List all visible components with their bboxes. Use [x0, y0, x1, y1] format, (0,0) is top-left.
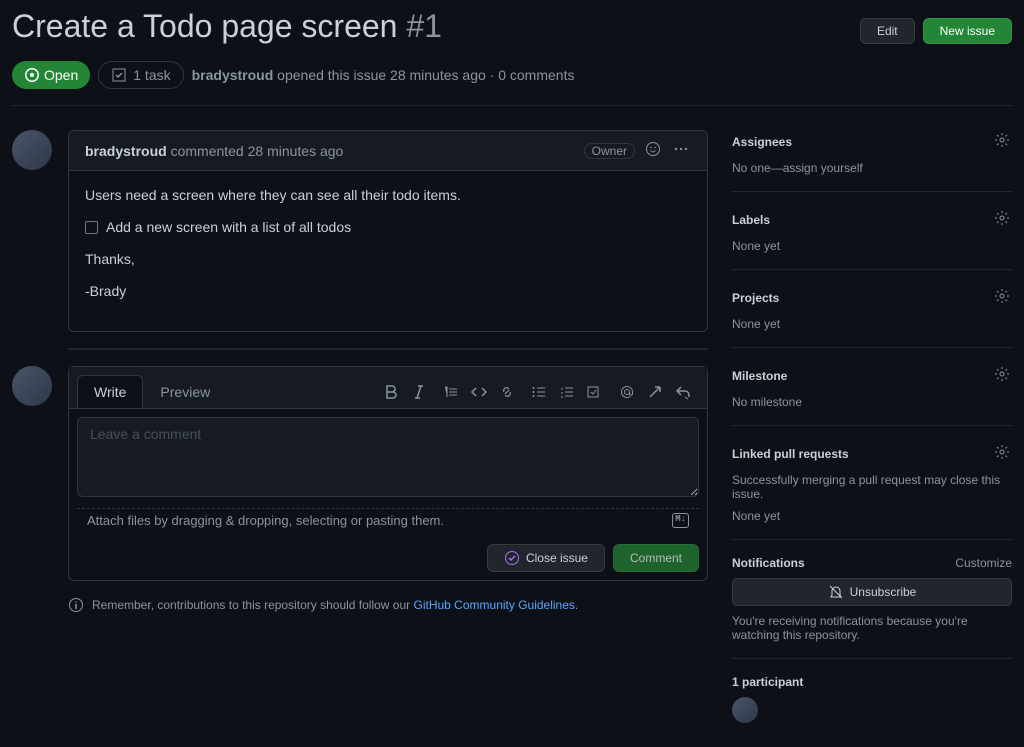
gear-icon[interactable]: [992, 286, 1012, 309]
task-checkbox[interactable]: [85, 221, 98, 234]
kebab-button[interactable]: [671, 139, 691, 162]
assign-yourself-link[interactable]: assign yourself: [783, 161, 863, 175]
linked-pr-desc: Successfully merging a pull request may …: [732, 473, 1012, 501]
comment-body-intro: Users need a screen where they can see a…: [85, 187, 691, 203]
gear-icon[interactable]: [992, 442, 1012, 465]
comment-textarea[interactable]: [77, 417, 699, 497]
timeline-divider: [68, 348, 708, 350]
issue-meta: Open 1 task bradystroud opened this issu…: [12, 61, 1012, 106]
bold-icon[interactable]: [383, 384, 399, 400]
task-badge[interactable]: 1 task: [98, 61, 183, 89]
checklist-icon: [111, 67, 127, 83]
ol-icon[interactable]: [559, 384, 575, 400]
tasklist-icon[interactable]: [587, 384, 603, 400]
issue-open-icon: [24, 67, 40, 83]
issue-title: Create a Todo page screen #1: [12, 8, 442, 45]
markdown-icon[interactable]: M↓: [672, 513, 689, 528]
participants-title: 1 participant: [732, 675, 803, 689]
close-issue-button[interactable]: Close issue: [487, 544, 605, 572]
toolbar: [355, 384, 699, 400]
linked-pr-title[interactable]: Linked pull requests: [732, 447, 849, 461]
labels-title[interactable]: Labels: [732, 213, 770, 227]
avatar[interactable]: [12, 130, 52, 170]
comment-thanks: Thanks,: [85, 251, 691, 267]
gear-icon[interactable]: [992, 364, 1012, 387]
participant-avatar[interactable]: [732, 697, 758, 723]
reply-icon[interactable]: [675, 384, 691, 400]
info-icon: [68, 597, 84, 613]
notifications-desc: You're receiving notifications because y…: [732, 614, 1012, 642]
new-issue-button[interactable]: New issue: [923, 18, 1012, 44]
link-icon[interactable]: [499, 384, 515, 400]
gear-icon[interactable]: [992, 130, 1012, 153]
mention-icon[interactable]: [619, 384, 635, 400]
crossref-icon[interactable]: [647, 384, 663, 400]
guidelines-link[interactable]: GitHub Community Guidelines: [414, 598, 575, 612]
issue-meta-text: bradystroud opened this issue 28 minutes…: [192, 67, 575, 83]
edit-button[interactable]: Edit: [860, 18, 915, 44]
issue-closed-icon: [504, 550, 520, 566]
quote-icon[interactable]: [443, 384, 459, 400]
labels-value: None yet: [732, 239, 1012, 253]
bell-slash-icon: [828, 584, 844, 600]
state-badge: Open: [12, 61, 90, 89]
avatar[interactable]: [12, 366, 52, 406]
issue-number: #1: [406, 8, 442, 44]
issue-header: Create a Todo page screen #1 Edit New is…: [12, 8, 1012, 53]
heading-icon[interactable]: [355, 384, 371, 400]
projects-value: None yet: [732, 317, 1012, 331]
notifications-title: Notifications: [732, 556, 805, 570]
italic-icon[interactable]: [411, 384, 427, 400]
comment-author[interactable]: bradystroud: [85, 143, 167, 159]
tab-write[interactable]: Write: [77, 375, 143, 408]
gear-icon[interactable]: [992, 208, 1012, 231]
milestone-title[interactable]: Milestone: [732, 369, 787, 383]
comment-sign: -Brady: [85, 283, 691, 299]
task-item[interactable]: Add a new screen with a list of all todo…: [85, 219, 691, 235]
linked-pr-value: None yet: [732, 509, 1012, 523]
milestone-value: No milestone: [732, 395, 1012, 409]
ul-icon[interactable]: [531, 384, 547, 400]
code-icon[interactable]: [471, 384, 487, 400]
owner-badge: Owner: [584, 143, 635, 159]
unsubscribe-button[interactable]: Unsubscribe: [732, 578, 1012, 606]
author-link[interactable]: bradystroud: [192, 67, 274, 83]
new-comment-box: Write Preview: [68, 366, 708, 581]
assignees-title[interactable]: Assignees: [732, 135, 792, 149]
guidelines-note: Remember, contributions to this reposito…: [68, 597, 708, 613]
customize-link[interactable]: Customize: [955, 556, 1012, 570]
attach-hint[interactable]: Attach files by dragging & dropping, sel…: [87, 513, 444, 528]
tab-preview[interactable]: Preview: [143, 375, 227, 408]
emoji-button[interactable]: [643, 139, 663, 162]
comment-time: commented 28 minutes ago: [167, 143, 344, 159]
comment: bradystroud commented 28 minutes ago Own…: [68, 130, 708, 332]
projects-title[interactable]: Projects: [732, 291, 779, 305]
comment-button[interactable]: Comment: [613, 544, 699, 572]
